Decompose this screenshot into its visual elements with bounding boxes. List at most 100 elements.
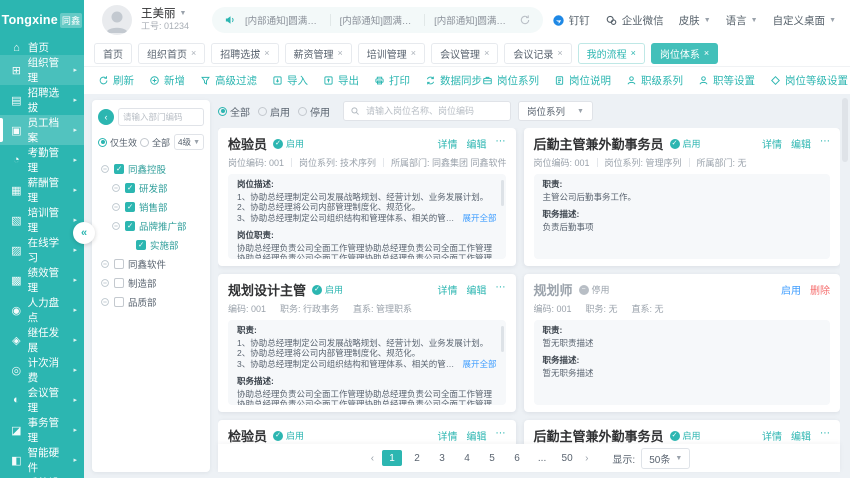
announcement-item-2[interactable]: [内部通知]圆满成功举办省人协会员... <box>434 13 510 27</box>
sidebar-item-7[interactable]: ▨ 在线学习 ▸ <box>0 235 84 265</box>
tree-checkbox[interactable] <box>125 183 135 193</box>
sidebar-item-3[interactable]: ▣ 员工档案 ▸ <box>0 115 84 145</box>
card-action-编辑[interactable]: 编辑 <box>467 136 487 151</box>
close-icon[interactable]: × <box>411 49 416 58</box>
tab-6[interactable]: 会议记录 × <box>504 43 571 64</box>
tree-checkbox[interactable] <box>114 164 124 174</box>
tree-node-3[interactable]: 品牌推广部 <box>98 216 204 235</box>
inner-scrollbar-thumb[interactable] <box>501 326 504 352</box>
header-action-4[interactable]: 自定义桌面 ▼ <box>773 13 836 28</box>
card-action-详情[interactable]: 详情 <box>438 282 458 297</box>
tree-checkbox[interactable] <box>136 240 146 250</box>
card-action-详情[interactable]: 详情 <box>438 136 458 151</box>
close-icon[interactable]: × <box>704 49 709 58</box>
position-search-input[interactable] <box>364 105 504 117</box>
card-action-more[interactable]: ⋯ <box>496 428 506 443</box>
tree-checkbox[interactable] <box>114 278 124 288</box>
page-button-5[interactable]: 5 <box>482 450 502 466</box>
card-action-编辑[interactable]: 编辑 <box>791 428 811 443</box>
tree-node-2[interactable]: 销售部 <box>98 197 204 216</box>
sidebar-item-14[interactable]: ◧ 智能硬件 ▸ <box>0 445 84 475</box>
tree-node-4[interactable]: 实施部 <box>98 235 204 254</box>
sidebar-collapse-button[interactable]: « <box>73 222 95 244</box>
avatar[interactable] <box>102 5 132 35</box>
page-button-...[interactable]: ... <box>532 450 552 466</box>
tree-node-0[interactable]: 同鑫控股 <box>98 159 204 178</box>
tree-back-button[interactable]: ‹ <box>98 109 114 125</box>
status-option-2[interactable]: 停用 <box>298 104 330 119</box>
toolbar-left-0[interactable]: 刷新 <box>98 73 134 88</box>
tree-checkbox[interactable] <box>125 202 135 212</box>
sidebar-item-10[interactable]: ◈ 继任发展 ▸ <box>0 325 84 355</box>
toolbar-left-5[interactable]: 打印 <box>374 73 410 88</box>
scrollbar-thumb[interactable] <box>842 98 848 162</box>
card-action-删除[interactable]: 删除 <box>810 282 830 297</box>
card-action-详情[interactable]: 详情 <box>762 428 782 443</box>
tree-level-select[interactable]: 4级▼ <box>174 134 204 150</box>
toolbar-left-3[interactable]: 导入 <box>272 73 308 88</box>
close-icon[interactable]: × <box>484 49 489 58</box>
tree-node-6[interactable]: 制造部 <box>98 273 204 292</box>
tab-3[interactable]: 薪资管理 × <box>285 43 352 64</box>
card-action-详情[interactable]: 详情 <box>762 136 782 151</box>
toolbar-right-2[interactable]: 职级系列 <box>626 73 683 88</box>
department-code-input[interactable] <box>118 108 204 126</box>
sidebar-item-8[interactable]: ▩ 绩效管理 ▸ <box>0 265 84 295</box>
tab-5[interactable]: 会议管理 × <box>431 43 498 64</box>
card-action-more[interactable]: ⋯ <box>820 136 830 151</box>
header-action-1[interactable]: 企业微信 <box>605 13 664 28</box>
toolbar-left-4[interactable]: 导出 <box>323 73 359 88</box>
header-action-0[interactable]: 钉钉 <box>552 13 590 28</box>
announcement-item-1[interactable]: [内部通知]圆满成功举办省人协会员... <box>340 13 416 27</box>
page-button-1[interactable]: 1 <box>382 450 402 466</box>
header-action-2[interactable]: 皮肤 ▼ <box>679 13 711 28</box>
prev-page-button[interactable]: ‹ <box>368 453 377 464</box>
card-action-more[interactable]: ⋯ <box>820 428 830 443</box>
tree-node-7[interactable]: 品质部 <box>98 292 204 311</box>
tree-filter-radio-0[interactable] <box>98 138 107 147</box>
toolbar-right-0[interactable]: 岗位系列 <box>482 73 539 88</box>
tab-2[interactable]: 招聘选拔 × <box>211 43 278 64</box>
tree-checkbox[interactable] <box>125 221 135 231</box>
card-action-编辑[interactable]: 编辑 <box>467 282 487 297</box>
header-action-3[interactable]: 语言 ▼ <box>726 13 758 28</box>
page-size-select[interactable]: 50条▼ <box>641 448 690 469</box>
tree-node-5[interactable]: 同鑫软件 <box>98 254 204 273</box>
tree-checkbox[interactable] <box>114 259 124 269</box>
expand-all-link[interactable]: 展开全部 <box>462 359 496 370</box>
toolbar-left-1[interactable]: 新增 <box>149 73 185 88</box>
sidebar-item-12[interactable]: ◐ 会议管理 ▸ <box>0 385 84 415</box>
page-button-50[interactable]: 50 <box>557 450 577 466</box>
expand-all-link[interactable]: 展开全部 <box>462 213 496 224</box>
status-option-0[interactable]: 全部 <box>218 104 250 119</box>
tab-1[interactable]: 组织首页 × <box>138 43 205 64</box>
close-icon[interactable]: × <box>557 49 562 58</box>
sidebar-item-4[interactable]: ◔ 考勤管理 ▸ <box>0 145 84 175</box>
tree-node-1[interactable]: 研发部 <box>98 178 204 197</box>
toolbar-right-3[interactable]: 职等设置 <box>698 73 755 88</box>
page-button-3[interactable]: 3 <box>432 450 452 466</box>
sidebar-item-2[interactable]: ▤ 招聘选拔 ▸ <box>0 85 84 115</box>
close-icon[interactable]: × <box>338 49 343 58</box>
sidebar-item-0[interactable]: ⌂ 首页 <box>0 40 84 55</box>
series-select[interactable]: 岗位系列▼ <box>518 101 593 121</box>
sidebar-item-13[interactable]: ◪ 事务管理 ▸ <box>0 415 84 445</box>
card-action-详情[interactable]: 详情 <box>438 428 458 443</box>
sidebar-item-1[interactable]: ⊞ 组织管理 ▸ <box>0 55 84 85</box>
card-action-编辑[interactable]: 编辑 <box>467 428 487 443</box>
page-button-2[interactable]: 2 <box>407 450 427 466</box>
tree-filter-radio-1[interactable] <box>140 138 149 147</box>
sidebar-item-5[interactable]: ▦ 薪酬管理 ▸ <box>0 175 84 205</box>
announcement-item-0[interactable]: [内部通知]圆满成功举办省人协会员... <box>245 13 321 27</box>
close-icon[interactable]: × <box>264 49 269 58</box>
tab-7[interactable]: 我的流程 × <box>578 43 645 64</box>
page-button-6[interactable]: 6 <box>507 450 527 466</box>
toolbar-right-1[interactable]: 岗位说明 <box>554 73 611 88</box>
next-page-button[interactable]: › <box>582 453 591 464</box>
sidebar-item-9[interactable]: ◉ 人力盘点 ▸ <box>0 295 84 325</box>
user-name[interactable]: 王美丽▼ <box>141 8 189 21</box>
tab-8[interactable]: 岗位体系 × <box>651 43 718 64</box>
card-action-more[interactable]: ⋯ <box>496 136 506 151</box>
tab-4[interactable]: 培训管理 × <box>358 43 425 64</box>
inner-scrollbar-thumb[interactable] <box>501 180 504 206</box>
